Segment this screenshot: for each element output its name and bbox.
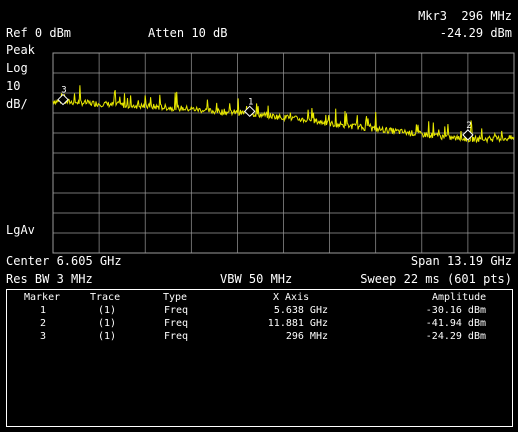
table-row-1-type: Freq — [164, 305, 189, 316]
table-row-3-trace: (1) — [98, 331, 117, 342]
marker-label: 2 — [466, 121, 471, 131]
marker-label: 1 — [248, 97, 253, 107]
table-row-2-type: Freq — [164, 318, 189, 329]
table-row-1-xaxis: 5.638 GHz — [273, 305, 328, 316]
graticule-grid — [52, 52, 515, 254]
col-header-type: Type — [163, 292, 188, 303]
col-header-marker: Marker — [24, 292, 61, 303]
video-bandwidth: VBW 50 MHz — [220, 272, 293, 286]
table-row-3-marker[interactable]: 3 — [40, 331, 46, 343]
span: Span 13.19 GHz — [410, 254, 512, 268]
marker-2: 2 — [462, 121, 474, 141]
table-row-2-trace: (1) — [98, 318, 117, 329]
table-row-3-type: Freq — [164, 331, 189, 342]
table-row-1-marker[interactable]: 1 — [40, 305, 46, 317]
table-row-2-xaxis: 11.881 GHz — [267, 318, 328, 329]
marker-label: 3 — [61, 86, 66, 96]
resolution-bandwidth: Res BW 3 MHz — [6, 272, 93, 286]
table-row-3-amplitude: -24.29 dBm — [425, 331, 486, 342]
table-row-2-amplitude: -41.94 dBm — [425, 318, 486, 329]
table-row-2-marker[interactable]: 2 — [40, 318, 46, 330]
table-row-3-xaxis: 296 MHz — [285, 331, 328, 342]
center-frequency: Center 6.605 GHz — [6, 254, 122, 268]
table-row-1-trace: (1) — [98, 305, 117, 316]
col-header-trace: Trace — [90, 292, 121, 303]
table-row-1-amplitude: -30.16 dBm — [425, 305, 486, 316]
col-header-xaxis: X Axis — [273, 292, 310, 303]
marker-3: 3 — [57, 86, 69, 106]
col-header-amplitude: Amplitude — [432, 292, 487, 303]
sweep-time: Sweep 22 ms (601 pts) — [360, 272, 512, 286]
